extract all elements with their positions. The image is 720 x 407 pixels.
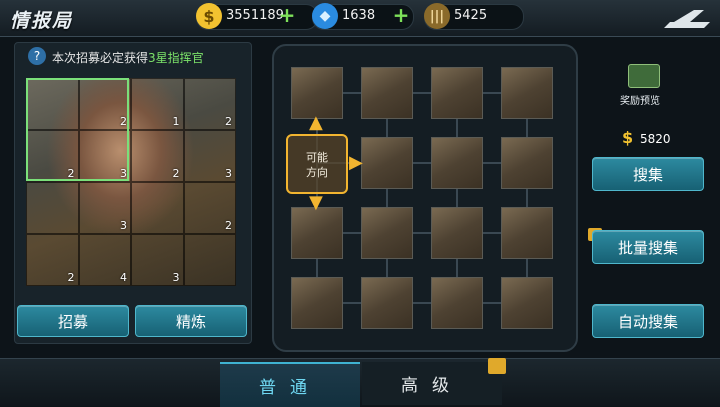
collect-cost: 5820 — [640, 132, 671, 146]
batch-collect-button[interactable]: 批量搜集 — [592, 230, 704, 264]
arrow-right-icon: ▶ — [349, 152, 363, 173]
ammo-icon: ||| — [424, 3, 450, 29]
help-icon[interactable]: ? — [28, 47, 46, 65]
recruit-tip: 本次招募必定获得3星指挥官 — [52, 51, 204, 65]
board-tile[interactable] — [431, 277, 483, 329]
board-tile[interactable] — [501, 67, 553, 119]
board-tile[interactable] — [361, 137, 413, 189]
board-line — [526, 92, 528, 304]
possible-direction-marker[interactable]: 可能 方向 — [286, 134, 348, 194]
diamond-value: 1638 — [342, 8, 376, 23]
reward-preview-label: 奖励预览 — [620, 96, 660, 107]
direction-label: 方向 — [306, 166, 328, 179]
tab-advanced[interactable]: 高级 — [362, 362, 502, 405]
collect-button[interactable]: 搜集 — [592, 157, 704, 191]
add-diamond-button[interactable]: + — [392, 5, 410, 25]
puzzle-cell[interactable]: 2 — [26, 234, 79, 286]
puzzle-cell[interactable] — [26, 182, 79, 234]
auto-collect-button[interactable]: 自动搜集 — [592, 304, 704, 338]
board-tile[interactable] — [501, 137, 553, 189]
back-icon[interactable] — [660, 4, 714, 32]
reward-box-icon[interactable] — [628, 64, 660, 88]
puzzle-cell[interactable] — [131, 182, 184, 234]
board-tile[interactable] — [501, 207, 553, 259]
ammo-value: 5425 — [454, 8, 488, 23]
puzzle-cell[interactable]: 3 — [78, 182, 131, 234]
diamond-icon: ◆ — [312, 3, 338, 29]
refine-button[interactable]: 精炼 — [135, 305, 247, 337]
board-tile[interactable] — [431, 137, 483, 189]
puzzle-cell[interactable]: 3 — [183, 130, 236, 182]
puzzle-cell[interactable]: 2 — [183, 78, 236, 130]
puzzle-cell[interactable]: 2 — [131, 130, 184, 182]
puzzle-cell[interactable]: 4 — [78, 234, 131, 286]
board-tile[interactable] — [291, 277, 343, 329]
board-line — [456, 92, 458, 304]
board-line — [386, 92, 388, 304]
board-tile[interactable] — [431, 67, 483, 119]
add-gold-button[interactable]: + — [278, 5, 296, 25]
arrow-up-icon: ▲ — [309, 112, 323, 133]
lock-icon — [488, 358, 506, 374]
board-tile[interactable] — [291, 207, 343, 259]
dollar-icon: $ — [622, 128, 634, 147]
recruit-button[interactable]: 招募 — [17, 305, 129, 337]
puzzle-cell[interactable] — [183, 234, 236, 286]
board-tile[interactable] — [361, 277, 413, 329]
page-title: 情报局 — [10, 10, 74, 32]
puzzle-cell[interactable]: 1 — [131, 78, 184, 130]
board-tile[interactable] — [501, 277, 553, 329]
dollar-icon: $ — [196, 3, 222, 29]
board-tile[interactable] — [361, 67, 413, 119]
direction-label: 可能 — [306, 151, 328, 164]
selected-piece-highlight — [26, 78, 129, 181]
tab-normal[interactable]: 普通 — [220, 362, 360, 407]
gold-value: 3551189 — [226, 8, 284, 23]
board-tile[interactable] — [361, 207, 413, 259]
puzzle-cell[interactable]: 3 — [131, 234, 184, 286]
puzzle-cell[interactable]: 2 — [183, 182, 236, 234]
bottom-bar — [0, 358, 720, 406]
arrow-down-icon: ▼ — [309, 192, 323, 213]
board-tile[interactable] — [431, 207, 483, 259]
